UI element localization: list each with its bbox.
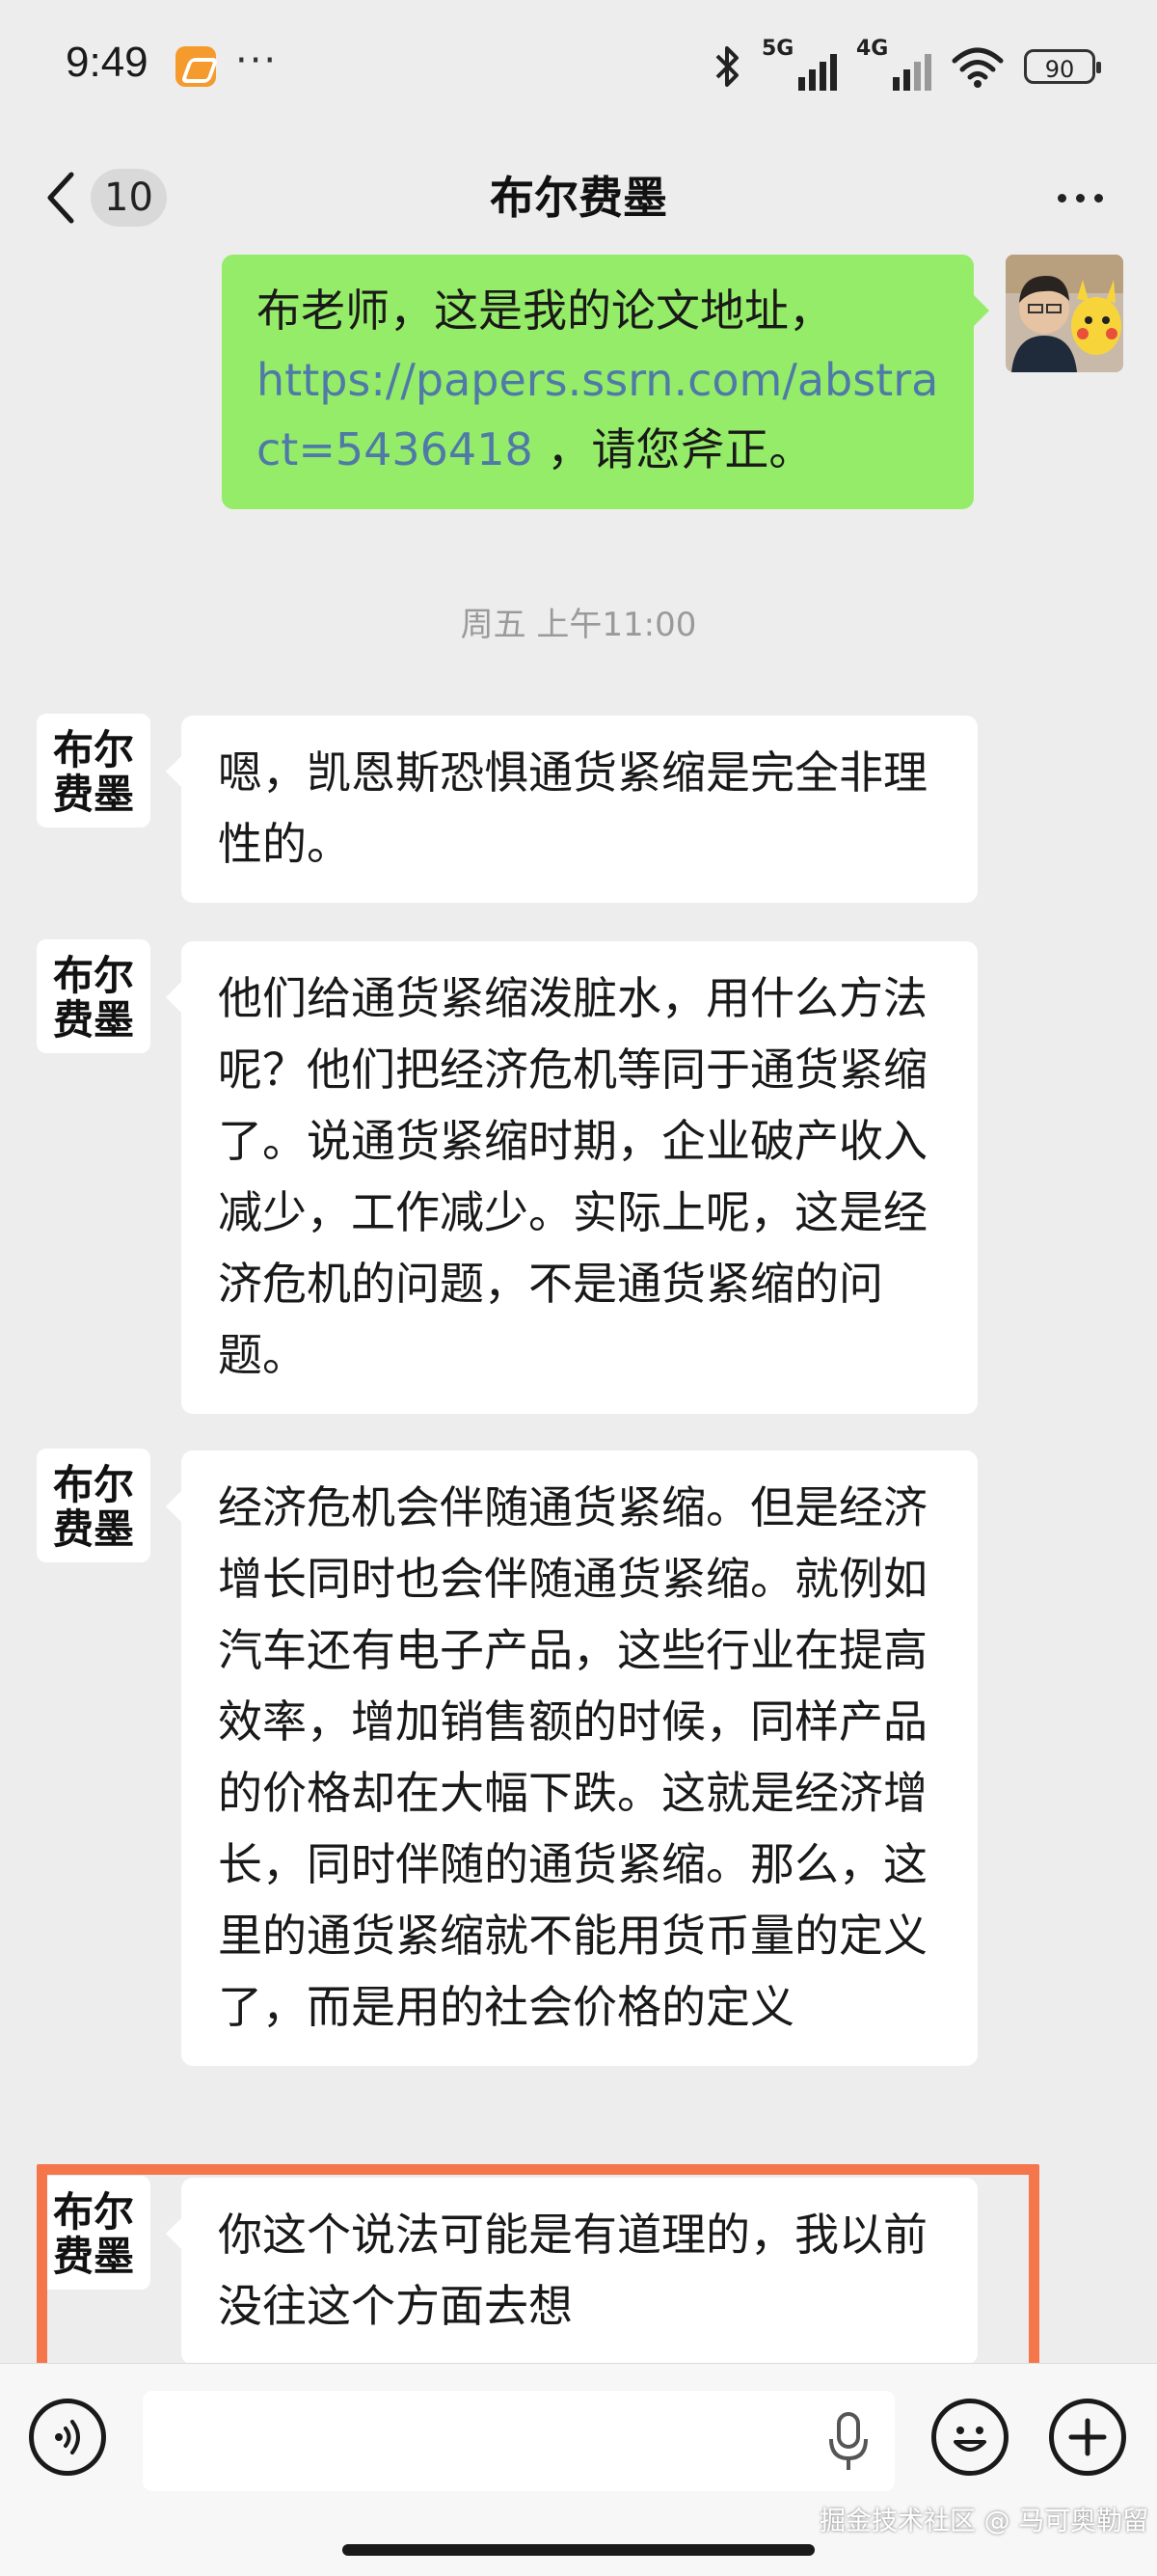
more-dot-icon xyxy=(1075,193,1085,203)
message-text: ，请您斧正。 xyxy=(532,423,814,475)
user-photo-avatar xyxy=(1006,255,1123,372)
more-dot-icon xyxy=(1057,193,1066,203)
chat-header: 10 布尔费墨 xyxy=(0,135,1157,260)
app-notification-icon xyxy=(175,46,216,87)
signal-4g-icon: 4G xyxy=(856,37,931,91)
self-avatar[interactable] xyxy=(1006,255,1123,372)
calligraphy-logo-avatar: 布尔 费墨 xyxy=(53,1461,134,1553)
home-indicator[interactable] xyxy=(342,2544,815,2556)
more-options-button[interactable] xyxy=(1041,159,1118,236)
avatar-text: 布尔 xyxy=(53,1461,134,1508)
avatar-text: 布尔 xyxy=(53,726,134,773)
status-time: 9:49 xyxy=(66,39,148,86)
message-text: 他们给通货紧缩泼脏水，用什么方法呢？他们把经济危机等同于通货紧缩了。说通货紧缩时… xyxy=(218,972,928,1381)
wifi-icon xyxy=(952,47,1004,88)
battery-icon: 90 xyxy=(1024,49,1101,84)
contact-message-bubble[interactable]: 你这个说法可能是有道理的，我以前没往这个方面去想 xyxy=(166,2178,978,2365)
message-text: 你这个说法可能是有道理的，我以前没往这个方面去想 xyxy=(218,2209,928,2332)
self-message-bubble[interactable]: 布老师，这是我的论文地址， https://papers.ssrn.com/ab… xyxy=(222,255,989,509)
watermark: 掘金技术社区 @ 马可奥勒留 xyxy=(820,2507,1149,2536)
more-actions-button[interactable] xyxy=(1049,2399,1126,2476)
chevron-left-icon xyxy=(47,172,74,224)
voice-icon xyxy=(55,2420,80,2454)
calligraphy-logo-avatar: 布尔 费墨 xyxy=(53,726,134,818)
message-text: 嗯，凯恩斯恐惧通货紧缩是完全非理性的。 xyxy=(218,746,928,870)
more-notifications-icon: ··· xyxy=(235,39,279,83)
calligraphy-logo-avatar: 布尔 费墨 xyxy=(53,952,134,1044)
contact-avatar[interactable]: 布尔 费墨 xyxy=(37,714,150,827)
status-icons: 5G 4G 90 xyxy=(713,37,1101,91)
signal-4g-label: 4G xyxy=(856,37,889,61)
avatar-text: 布尔 xyxy=(53,2188,134,2236)
avatar-text: 费墨 xyxy=(53,2233,134,2280)
voice-input-button[interactable] xyxy=(29,2399,106,2476)
emoji-button[interactable] xyxy=(931,2399,1009,2476)
back-button[interactable]: 10 xyxy=(44,159,167,236)
avatar-text: 费墨 xyxy=(53,1505,134,1553)
avatar-text: 布尔 xyxy=(53,952,134,999)
message-timestamp: 周五 上午11:00 xyxy=(460,606,697,644)
chat-title: 布尔费墨 xyxy=(490,172,667,224)
more-dot-icon xyxy=(1093,193,1103,203)
contact-message-bubble[interactable]: 经济危机会伴随通货紧缩。但是经济增长同时也会伴随通货紧缩。就例如汽车还有电子产品… xyxy=(166,1451,978,2066)
message-input[interactable] xyxy=(143,2391,895,2491)
smiley-icon xyxy=(954,2427,986,2452)
calligraphy-logo-avatar: 布尔 费墨 xyxy=(53,2188,134,2280)
avatar-text: 费墨 xyxy=(53,771,134,818)
contact-avatar[interactable]: 布尔 费墨 xyxy=(37,1449,150,1562)
message-text: 经济危机会伴随通货紧缩。但是经济增长同时也会伴随通货紧缩。就例如汽车还有电子产品… xyxy=(218,1481,928,2033)
signal-5g-icon: 5G xyxy=(762,37,837,91)
avatar-text: 费墨 xyxy=(53,996,134,1044)
unread-count-badge: 10 xyxy=(91,169,167,227)
microphone-icon[interactable] xyxy=(827,2410,870,2474)
contact-avatar[interactable]: 布尔 费墨 xyxy=(37,2176,150,2290)
contact-message-bubble[interactable]: 嗯，凯恩斯恐惧通货紧缩是完全非理性的。 xyxy=(166,716,978,903)
message-text: 布老师，这是我的论文地址， xyxy=(256,285,833,337)
status-bar: 9:49 ··· 5G 4G 90 xyxy=(0,0,1157,135)
contact-message-bubble[interactable]: 他们给通货紧缩泼脏水，用什么方法呢？他们把经济危机等同于通货紧缩了。说通货紧缩时… xyxy=(166,941,978,1414)
contact-avatar[interactable]: 布尔 费墨 xyxy=(37,939,150,1053)
signal-5g-label: 5G xyxy=(762,37,794,61)
bluetooth-icon xyxy=(715,46,739,87)
plus-icon xyxy=(1068,2418,1107,2456)
